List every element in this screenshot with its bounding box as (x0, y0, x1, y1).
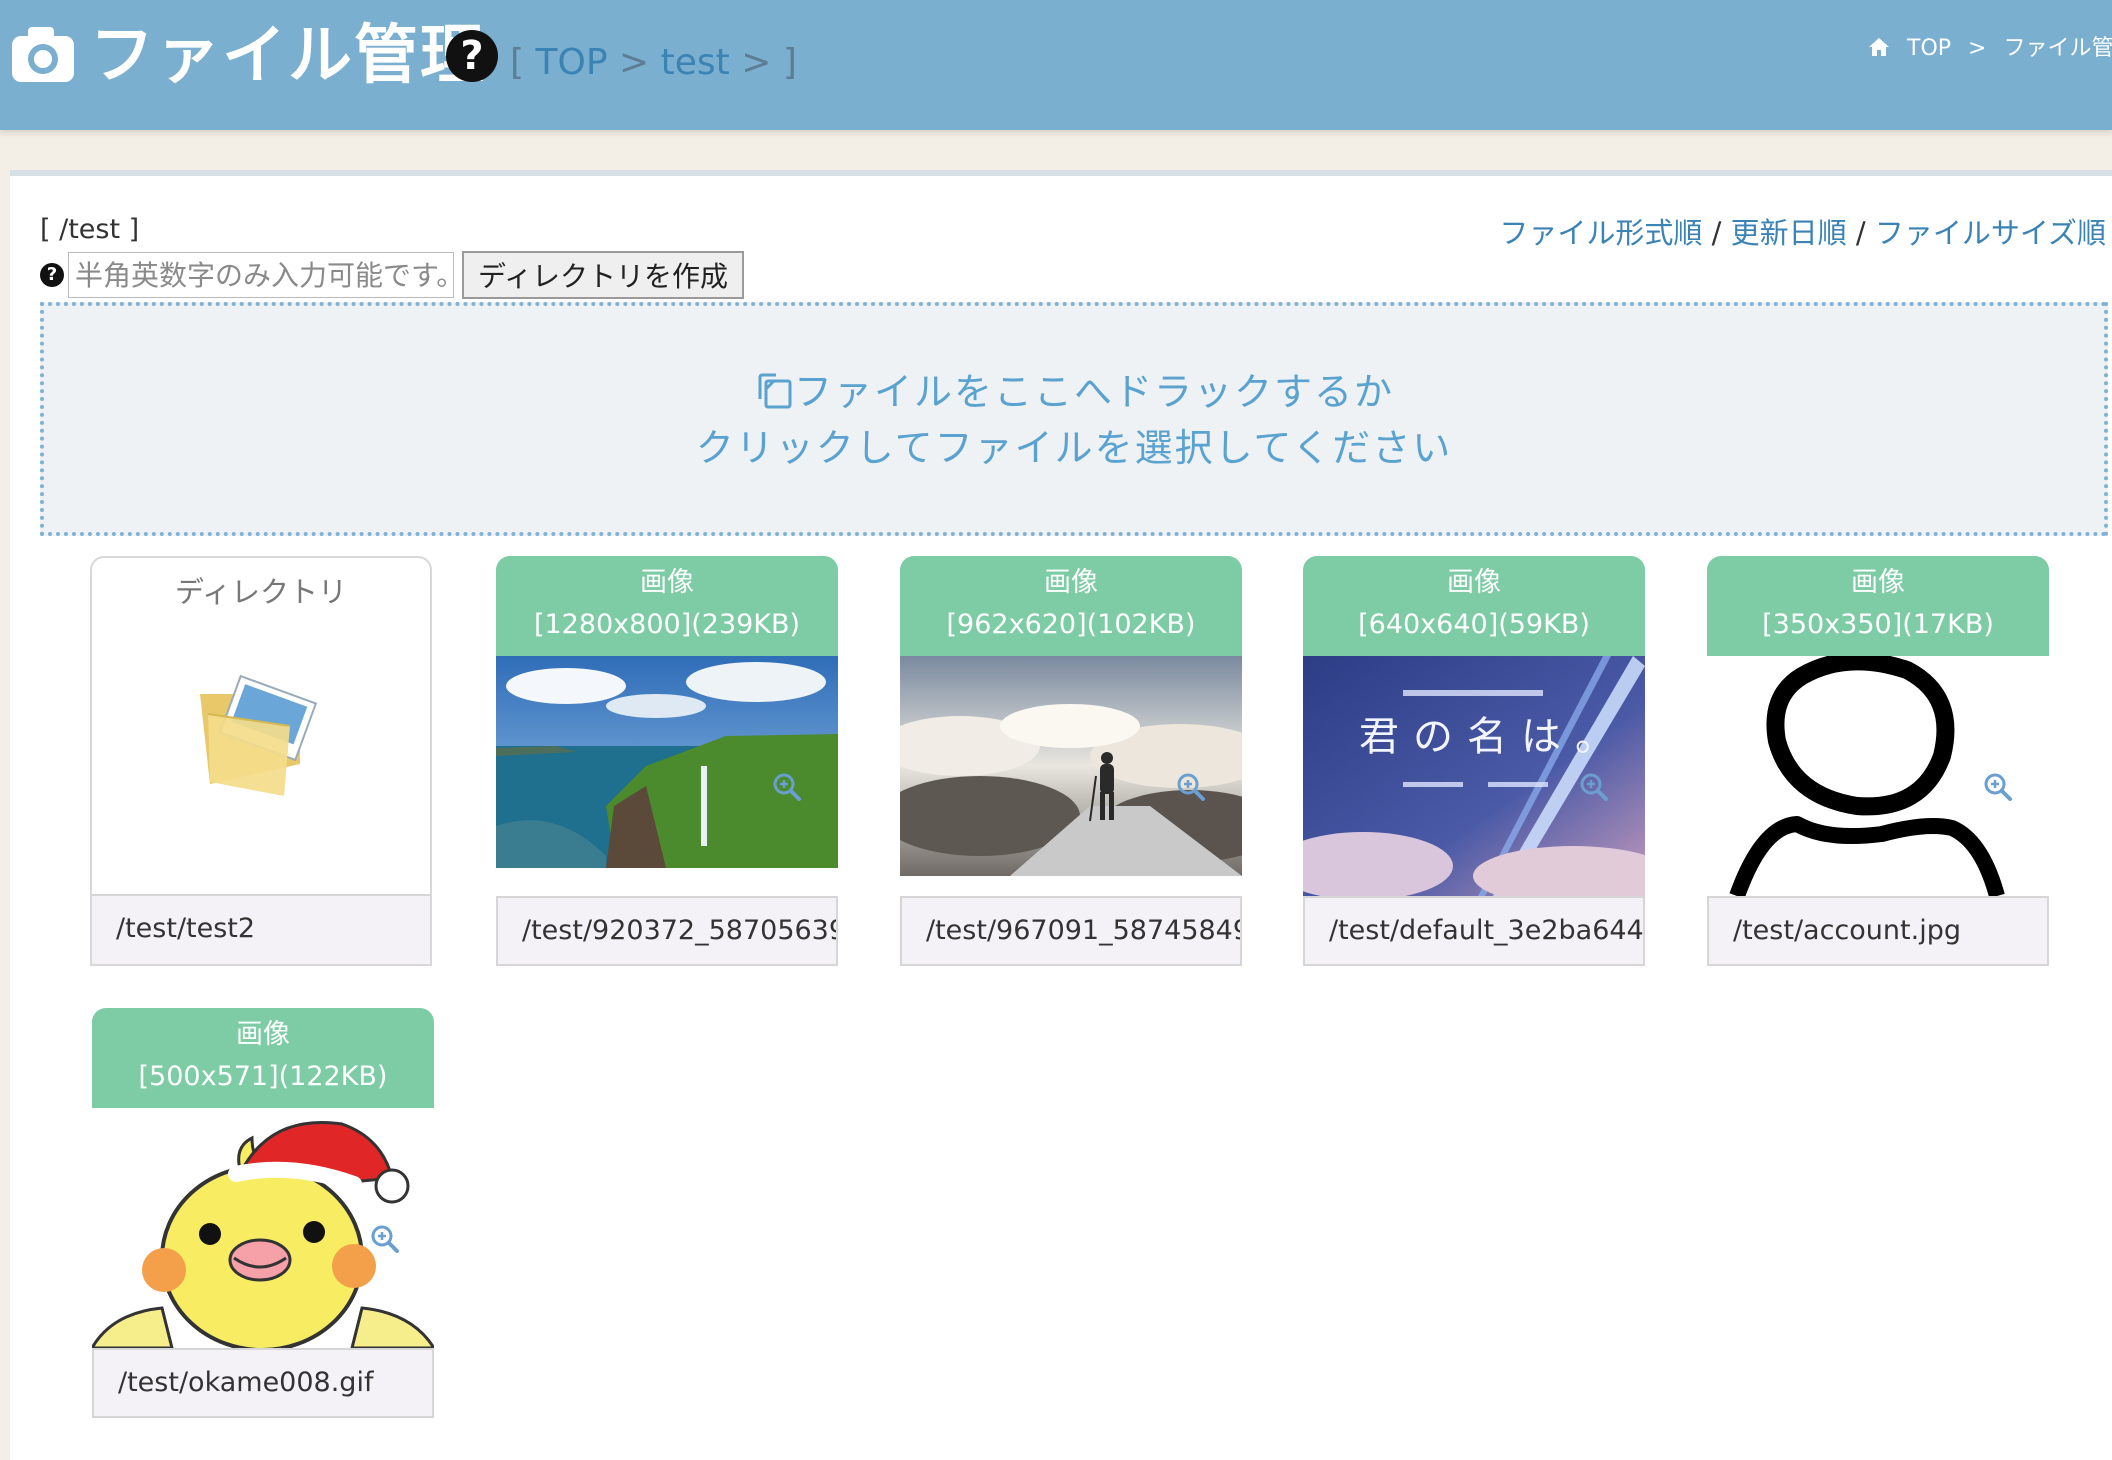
file-card-image[interactable]: 画像 [500x571](122KB) /test/okame008.gif (92, 1008, 434, 1418)
dropzone-text-1: ファイルをここへドラックするか (793, 370, 1394, 414)
breadcrumb-open: [ (510, 42, 525, 83)
landscape-image (496, 656, 838, 868)
card-path: /test/967091_587458491 (900, 896, 1242, 966)
help-icon[interactable]: ? (446, 30, 498, 82)
card-path: /test/920372_587056391 (496, 896, 838, 966)
page-title: ファイル管理 (90, 19, 486, 93)
card-header: 画像 [500x571](122KB) (92, 1008, 434, 1108)
card-meta: [500x571](122KB) (138, 1061, 388, 1092)
home-icon[interactable] (1868, 37, 1890, 57)
poster-title-text: 君の名は。 (1359, 714, 1629, 760)
sort-by-type-link[interactable]: ファイル形式順 (1499, 216, 1702, 250)
zoom-in-icon[interactable] (1579, 772, 1609, 802)
sort-separator: / (1711, 216, 1722, 250)
card-kind-label: 画像 (640, 567, 694, 598)
card-path: /test/default_3e2ba644fc (1303, 896, 1645, 966)
mkdir-row: ? ディレクトリを作成 (40, 251, 745, 299)
clouds-hiker-image (900, 656, 1242, 876)
breadcrumb-separator: > (619, 42, 650, 83)
breadcrumb-close: ] (782, 42, 797, 83)
card-header: 画像 [640x640](59KB) (1303, 556, 1645, 656)
top-nav-top-link[interactable]: TOP (1907, 36, 1951, 61)
create-directory-button[interactable]: ディレクトリを作成 (462, 251, 745, 299)
dropzone-line1: ファイルをここへドラックするか (44, 364, 2104, 420)
zoom-in-icon[interactable] (370, 1224, 400, 1254)
breadcrumb-test-link[interactable]: test (661, 42, 730, 83)
card-meta: [1280x800](239KB) (533, 609, 801, 640)
file-card-image[interactable]: 画像 [640x640](59KB) 君の名は。 /test/default_3… (1303, 556, 1645, 966)
card-kind-label: 画像 (1044, 567, 1098, 598)
breadcrumb: [ TOP > test > ] (510, 42, 797, 83)
card-thumbnail (1707, 656, 2049, 896)
zoom-in-icon[interactable] (1176, 772, 1206, 802)
card-kind-label: 画像 (1851, 567, 1905, 598)
top-nav: TOP > ファイル管理 (1868, 30, 2112, 62)
copy-files-icon (758, 373, 792, 409)
card-thumbnail (92, 618, 430, 908)
zoom-in-icon[interactable] (1983, 772, 2013, 802)
file-dropzone[interactable]: ファイルをここへドラックするか クリックしてファイルを選択してください (40, 302, 2108, 536)
sort-by-date-link[interactable]: 更新日順 (1731, 216, 1847, 250)
card-header: 画像 [962x620](102KB) (900, 556, 1242, 656)
dropzone-text-2: クリックしてファイルを選択してください (695, 426, 1453, 470)
top-nav-current: ファイル管理 (2003, 36, 2112, 61)
card-header: 画像 [1280x800](239KB) (496, 556, 838, 656)
card-meta: [640x640](59KB) (1358, 609, 1590, 640)
card-kind-label: ディレクトリ (175, 575, 347, 609)
breadcrumb-separator: > (741, 42, 772, 83)
sort-separator: / (1855, 216, 1866, 250)
card-meta: [962x620](102KB) (946, 609, 1196, 640)
file-card-image[interactable]: 画像 [1280x800](239KB) /test/920372_587056… (496, 556, 838, 966)
card-kind-label: 画像 (236, 1019, 290, 1050)
folder-icon (200, 674, 318, 796)
file-card-directory[interactable]: ディレクトリ /test/test2 (90, 556, 432, 966)
zoom-in-icon[interactable] (772, 772, 802, 802)
card-header: 画像 [350x350](17KB) (1707, 556, 2049, 656)
card-thumbnail (496, 656, 838, 896)
app-header: ファイル管理 ? [ TOP > test > ] TOP > ファイル管理 (0, 0, 2112, 130)
current-path-label: [ /test ] (40, 214, 140, 245)
file-card-image[interactable]: 画像 [350x350](17KB) /test/account.jpg (1707, 556, 2049, 966)
card-path: /test/okame008.gif (92, 1348, 434, 1418)
help-icon[interactable]: ? (40, 263, 64, 287)
card-thumbnail: 君の名は。 (1303, 656, 1645, 896)
card-meta: [350x350](17KB) (1762, 609, 1994, 640)
directory-name-input[interactable] (68, 252, 454, 298)
breadcrumb-top-link[interactable]: TOP (536, 42, 608, 83)
card-kind-label: 画像 (1447, 567, 1501, 598)
file-card-image[interactable]: 画像 [962x620](102KB) /test/967091_5874584… (900, 556, 1242, 966)
card-thumbnail (92, 1108, 434, 1348)
sort-links: ファイル形式順 / 更新日順 / ファイルサイズ順 (1499, 210, 2106, 252)
camera-icon (12, 27, 74, 82)
card-path: /test/test2 (92, 894, 430, 964)
content-panel: [ /test ] ファイル形式順 / 更新日順 / ファイルサイズ順 ? ディ… (10, 170, 2112, 1460)
card-path: /test/account.jpg (1707, 896, 2049, 966)
top-nav-separator: > (1968, 36, 1987, 61)
card-thumbnail (900, 656, 1242, 896)
sort-by-size-link[interactable]: ファイルサイズ順 (1875, 216, 2106, 250)
